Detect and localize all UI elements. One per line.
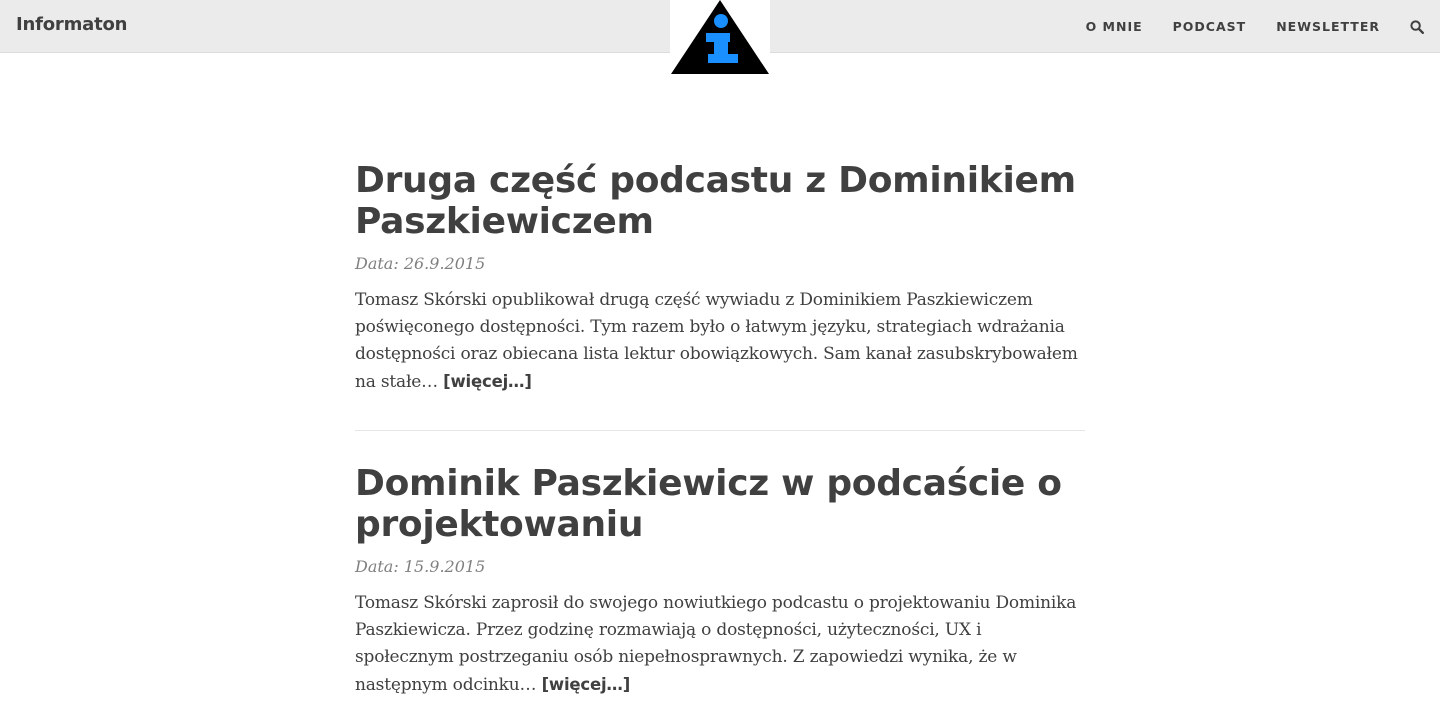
post-date: Data: 15.9.2015 <box>355 557 486 576</box>
nav-item-o-mnie[interactable]: O MNIE <box>1086 19 1143 34</box>
search-icon[interactable] <box>1410 19 1425 34</box>
nav-item-newsletter[interactable]: NEWSLETTER <box>1276 19 1380 34</box>
post-date: Data: 26.9.2015 <box>355 254 486 273</box>
post-excerpt: Tomasz Skórski opublikował drugą część w… <box>355 287 1085 396</box>
nav-item-podcast[interactable]: PODCAST <box>1173 19 1247 34</box>
read-more-link[interactable]: [więcej…] <box>443 372 532 391</box>
post-preview: Dominik Paszkiewicz w podcaście o projek… <box>355 463 1085 699</box>
info-triangle-icon <box>671 0 769 74</box>
brand-link[interactable]: Informaton <box>16 14 127 35</box>
post-excerpt-text: Tomasz Skórski zaprosił do swojego nowiu… <box>355 593 1077 695</box>
navbar: Informaton O MNIE PODCAST NEWSLETTER <box>0 0 1440 75</box>
read-more-link[interactable]: [więcej…] <box>542 675 631 694</box>
post-divider <box>355 430 1085 431</box>
post-title-link[interactable]: Dominik Paszkiewicz w podcaście o projek… <box>355 463 1085 545</box>
post-title-link[interactable]: Druga część podcastu z Dominikiem Paszki… <box>355 160 1085 242</box>
site-logo[interactable] <box>670 0 770 75</box>
post-excerpt: Tomasz Skórski zaprosił do swojego nowiu… <box>355 590 1085 699</box>
main-nav: O MNIE PODCAST NEWSLETTER <box>1056 0 1425 53</box>
post-list: Druga część podcastu z Dominikiem Paszki… <box>355 160 1085 699</box>
post-preview: Druga część podcastu z Dominikiem Paszki… <box>355 160 1085 396</box>
